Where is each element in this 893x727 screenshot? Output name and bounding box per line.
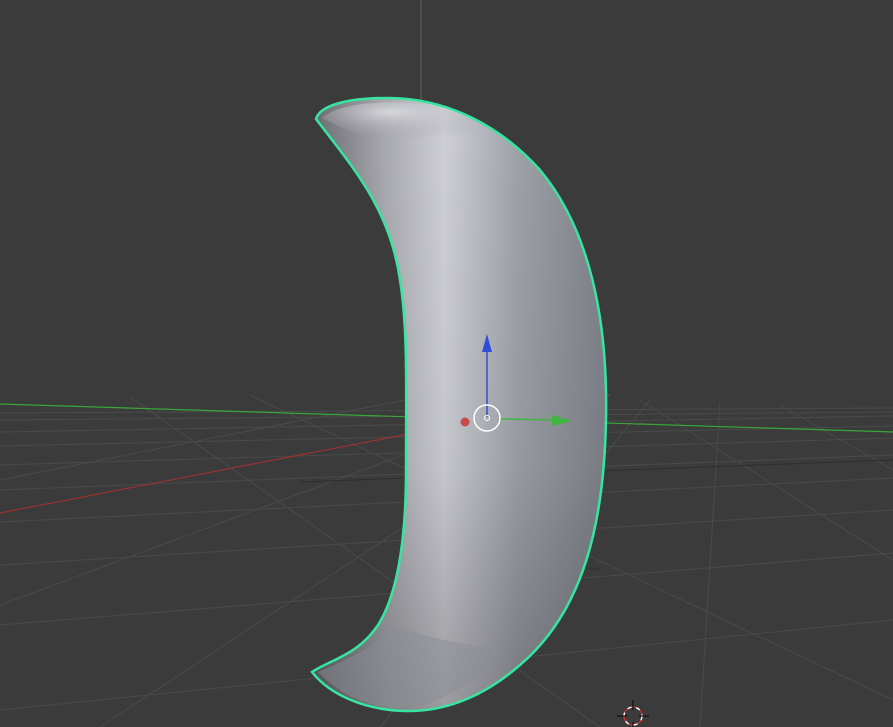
3d-viewport[interactable]	[0, 0, 893, 727]
mesh-shadow	[312, 98, 607, 712]
y-arrow-shaft[interactable]	[499, 418, 557, 421]
scene-canvas[interactable]	[0, 0, 893, 727]
crosshair-target-icon[interactable]	[617, 700, 649, 727]
x-handle-dot-icon[interactable]	[460, 417, 470, 427]
crescent-mesh[interactable]	[310, 96, 608, 713]
